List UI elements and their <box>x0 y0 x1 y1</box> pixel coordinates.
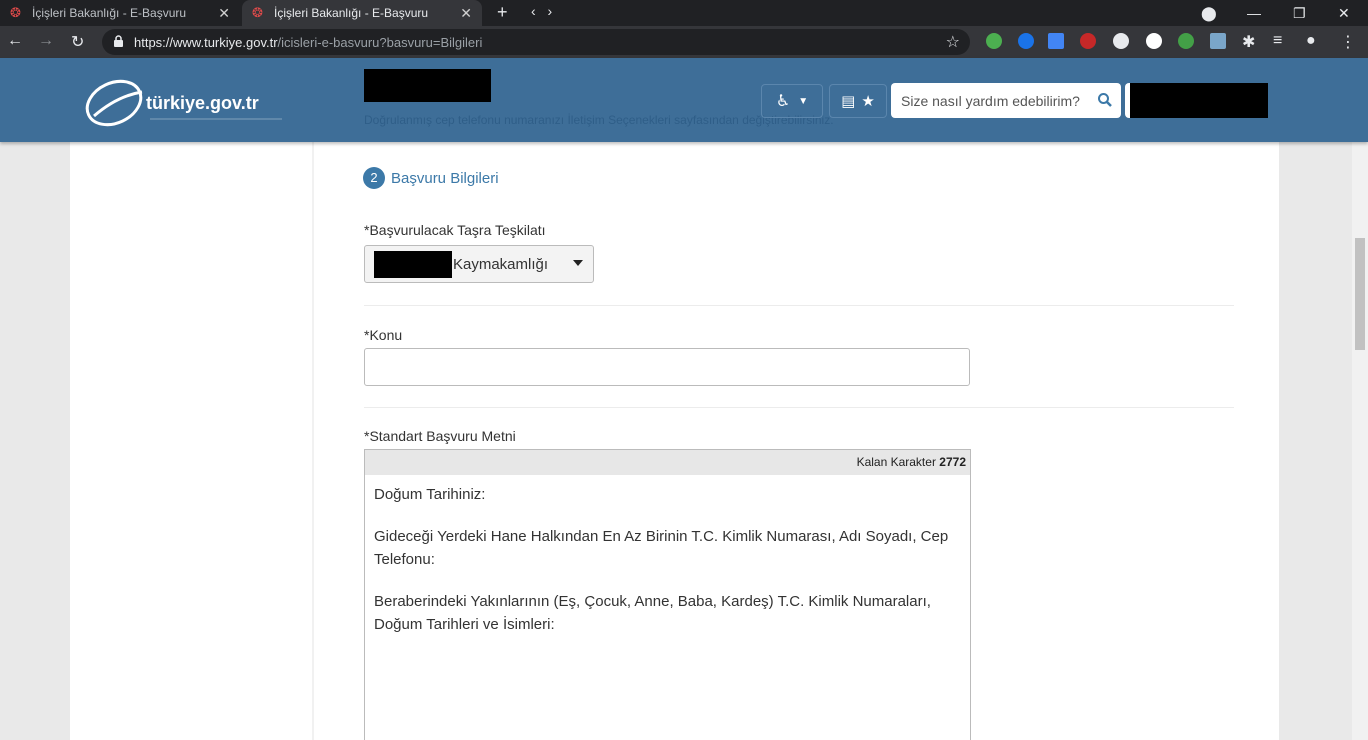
browser-tab-active[interactable]: ❂ İçişleri Bakanlığı - E-Başvuru ✕ <box>242 0 482 26</box>
caret-down-icon <box>573 260 583 266</box>
reading-list-icon[interactable]: ≡ <box>1273 32 1282 50</box>
page-scrollbar[interactable] <box>1352 58 1368 740</box>
lock-icon <box>114 35 123 47</box>
newspaper-icon: ▤ <box>841 93 856 110</box>
close-icon[interactable]: ✕ <box>460 5 472 22</box>
record-extension-icon[interactable] <box>1080 33 1096 49</box>
search-input[interactable] <box>891 83 1091 118</box>
scrollbar-thumb[interactable] <box>1355 238 1365 350</box>
profile-icon[interactable]: ● <box>1306 32 1316 50</box>
subject-field-label: *Konu <box>364 327 403 343</box>
tab-scroll-icon[interactable]: ‹ › <box>531 3 556 19</box>
step-title: Başvuru Bilgileri <box>391 169 499 187</box>
section-divider <box>364 305 1234 306</box>
address-bar[interactable]: https://www.turkiye.gov.tr/icisleri-e-ba… <box>102 29 970 55</box>
reload-icon[interactable]: ↻ <box>71 32 84 52</box>
site-logo-text[interactable]: türkiye.gov.tr <box>146 93 259 114</box>
menu-icon[interactable]: ⋮ <box>1340 32 1356 52</box>
wheelchair-icon: ♿ <box>775 93 791 110</box>
redacted-district <box>374 251 452 278</box>
org-field-label: *Başvurulacak Taşra Teşkilatı <box>364 222 546 238</box>
counter-value: 2772 <box>939 455 966 469</box>
site-search <box>891 83 1121 118</box>
text-line: Gideceği Yerdeki Hane Halkından En Az Bi… <box>374 528 949 568</box>
step-number-badge: 2 <box>363 167 385 189</box>
counter-label: Kalan Karakter <box>856 455 936 469</box>
tab-title: İçişleri Bakanlığı - E-Başvuru <box>32 6 187 20</box>
new-tab-icon[interactable]: + <box>497 2 508 23</box>
url-text: https://www.turkiye.gov.tr/icisleri-e-ba… <box>134 35 482 50</box>
fingerprint-extension-icon[interactable] <box>1018 33 1034 49</box>
puzzle-extensions-icon[interactable]: ✱ <box>1242 32 1255 52</box>
redacted-user-info <box>1130 83 1268 118</box>
shield-extension-icon[interactable] <box>986 33 1002 49</box>
search-icon[interactable] <box>1097 92 1113 108</box>
remaining-characters: Kalan Karakter 2772 <box>365 450 970 475</box>
url-path: /icisleri-e-basvuru?basvuru=Bilgileri <box>277 35 483 50</box>
subject-input[interactable] <box>364 348 970 386</box>
minimize-icon[interactable]: — <box>1247 0 1261 26</box>
section-divider <box>364 407 1234 408</box>
application-text: Doğum Tarihiniz: Gideceği Yerdeki Hane H… <box>374 483 964 655</box>
url-host: https://www.turkiye.gov.tr <box>134 35 278 50</box>
back-icon[interactable]: ← <box>7 32 23 50</box>
browser-tab[interactable]: ❂ İçişleri Bakanlığı - E-Başvuru ✕ <box>0 0 240 26</box>
user-menu-button[interactable] <box>1125 83 1268 118</box>
content-divider <box>312 142 314 740</box>
accessibility-button[interactable]: ♿ ▼ <box>761 84 823 118</box>
tab-title: İçişleri Bakanlığı - E-Başvuru <box>274 6 429 20</box>
star-icon: ★ <box>861 93 875 110</box>
browser-toolbar: ← → ↻ https://www.turkiye.gov.tr/icisler… <box>0 26 1368 58</box>
block-extension-icon[interactable] <box>1113 33 1129 49</box>
news-favorites-button[interactable]: ▤ ★ <box>829 84 887 118</box>
chevron-down-icon: ▼ <box>798 95 809 107</box>
step-heading: 2 Başvuru Bilgileri <box>363 167 499 189</box>
turkiye-logo-icon: ❂ <box>252 5 263 20</box>
redacted-user-name <box>364 69 491 102</box>
browser-tab-strip: ❂ İçişleri Bakanlığı - E-Başvuru ✕ ❂ İçi… <box>0 0 1368 26</box>
text-line: Doğum Tarihiniz: <box>374 486 486 503</box>
window-close-icon[interactable]: ✕ <box>1338 0 1350 26</box>
screen-extension-icon[interactable] <box>1210 33 1226 49</box>
compass-extension-icon[interactable] <box>1146 33 1162 49</box>
org-select-value: Kaymakamlığı <box>453 256 549 273</box>
profile-dropdown-icon[interactable]: ⬤ <box>1201 0 1217 26</box>
turkiye-logo-icon: ❂ <box>10 5 21 20</box>
application-text-area[interactable]: Kalan Karakter 2772 Doğum Tarihiniz: Gid… <box>364 449 971 740</box>
text-field-label: *Standart Başvuru Metni <box>364 428 516 444</box>
close-icon[interactable]: ✕ <box>218 5 230 22</box>
forward-icon[interactable]: → <box>38 32 54 50</box>
org-select[interactable]: Kaymakamlığı <box>364 245 594 283</box>
text-line: Beraberindeki Yakınlarının (Eş, Çocuk, A… <box>374 593 931 633</box>
bookmark-star-icon[interactable]: ☆ <box>946 32 960 52</box>
translate-extension-icon[interactable] <box>1048 33 1064 49</box>
maximize-icon[interactable]: ❐ <box>1293 0 1306 26</box>
color-extension-icon[interactable] <box>1178 33 1194 49</box>
